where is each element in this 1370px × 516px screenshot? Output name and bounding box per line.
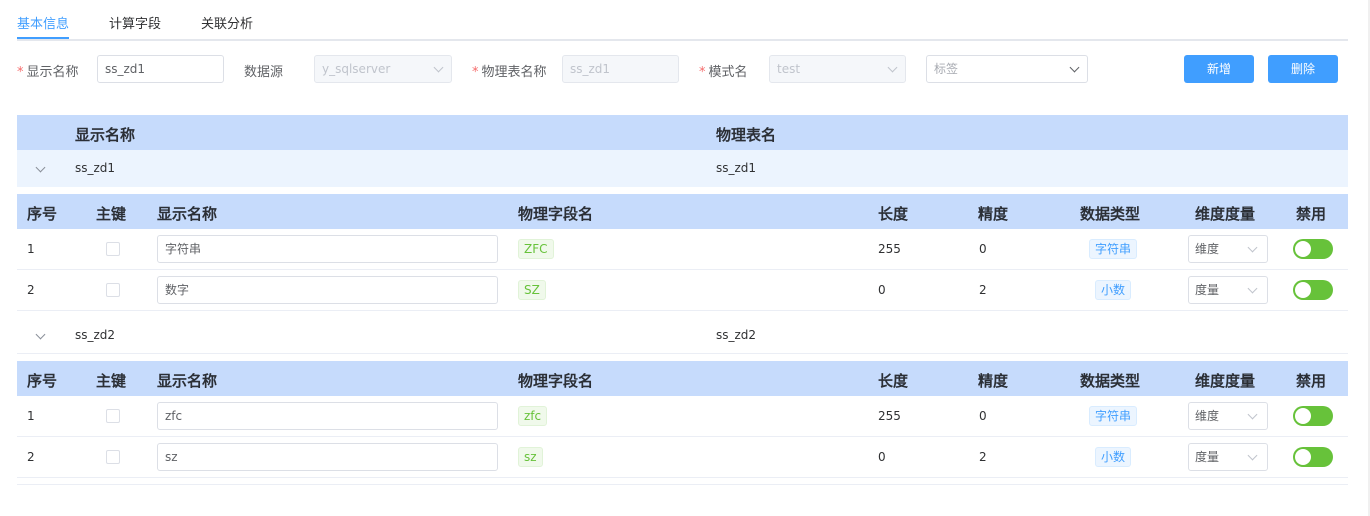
datasource-select: y_sqlserver xyxy=(314,55,452,83)
table-group-row[interactable]: ss_zd2 ss_zd2 xyxy=(17,317,1348,354)
physical-table-label: * 物理表名称 xyxy=(472,65,547,80)
table-row: 1 字符串 ZFC 255 0 字符串 维度 xyxy=(17,229,1348,270)
primary-key-checkbox[interactable] xyxy=(106,283,120,297)
group-physical-name: ss_zd2 xyxy=(716,328,757,342)
group-display-name: ss_zd1 xyxy=(75,161,116,175)
field-length: 0 xyxy=(878,283,886,297)
dim-measure-select[interactable]: 维度 xyxy=(1188,402,1268,430)
column-header-primary-key: 主键 xyxy=(96,205,127,223)
physical-field-tag: ZFC xyxy=(518,239,554,259)
tab-association-analysis[interactable]: 关联分析 xyxy=(201,13,253,32)
column-header-disabled: 禁用 xyxy=(1296,372,1327,390)
table-row: 2 数字 SZ 0 2 小数 度量 xyxy=(17,270,1348,311)
group-display-name: ss_zd2 xyxy=(75,328,116,342)
table-row: 1 zfc zfc 255 0 字符串 维度 xyxy=(17,396,1348,437)
datasource-label: 数据源 xyxy=(244,65,284,80)
master-table-header: 显示名称 物理表名 xyxy=(17,115,1348,150)
column-header-display-name: 显示名称 xyxy=(75,126,136,144)
chevron-down-icon xyxy=(433,62,444,73)
primary-key-checkbox[interactable] xyxy=(106,409,120,423)
physical-field-tag: SZ xyxy=(518,280,546,300)
detail-table-header: 序号 主键 显示名称 物理字段名 长度 精度 数据类型 维度度量 禁用 xyxy=(17,361,1348,396)
chevron-down-icon xyxy=(1247,242,1258,253)
dim-measure-select[interactable]: 度量 xyxy=(1188,443,1268,471)
column-header-data-type: 数据类型 xyxy=(1080,205,1141,223)
disable-switch[interactable] xyxy=(1293,406,1333,426)
table-group-row[interactable]: ss_zd1 ss_zd1 xyxy=(17,150,1348,187)
row-index: 2 xyxy=(27,450,35,464)
column-header-display-name: 显示名称 xyxy=(157,205,218,223)
field-precision: 0 xyxy=(979,409,987,423)
row-index: 1 xyxy=(27,409,35,423)
tab-basic-info[interactable]: 基本信息 xyxy=(17,13,69,32)
column-header-precision: 精度 xyxy=(978,372,1009,390)
data-type-tag: 字符串 xyxy=(1089,239,1138,259)
tag-select[interactable]: 标签 xyxy=(926,55,1088,83)
column-header-index: 序号 xyxy=(27,372,58,390)
row-index: 2 xyxy=(27,283,35,297)
chevron-down-icon xyxy=(1069,62,1080,73)
column-header-primary-key: 主键 xyxy=(96,372,127,390)
tab-bar: 基本信息 计算字段 关联分析 xyxy=(17,0,1348,41)
field-display-name-input[interactable]: zfc xyxy=(157,402,498,430)
data-type-tag: 小数 xyxy=(1095,280,1132,300)
data-type-tag: 字符串 xyxy=(1089,406,1138,426)
field-length: 255 xyxy=(878,242,901,256)
add-button[interactable]: 新增 xyxy=(1184,55,1254,83)
schema-label: * 模式名 xyxy=(699,65,748,80)
display-name-label: * 显示名称 xyxy=(17,65,79,80)
field-length: 0 xyxy=(878,450,886,464)
column-header-disabled: 禁用 xyxy=(1296,205,1327,223)
table-row: 2 sz sz 0 2 小数 度量 xyxy=(17,437,1348,478)
column-header-precision: 精度 xyxy=(978,205,1009,223)
field-precision: 2 xyxy=(979,283,987,297)
field-precision: 0 xyxy=(979,242,987,256)
column-header-dim-measure: 维度度量 xyxy=(1195,372,1256,390)
primary-key-checkbox[interactable] xyxy=(106,450,120,464)
field-display-name-input[interactable]: sz xyxy=(157,443,498,471)
disable-switch[interactable] xyxy=(1293,280,1333,300)
delete-button[interactable]: 删除 xyxy=(1268,55,1338,83)
disable-switch[interactable] xyxy=(1293,447,1333,467)
disable-switch[interactable] xyxy=(1293,239,1333,259)
physical-field-tag: sz xyxy=(518,447,543,467)
column-header-length: 长度 xyxy=(878,205,909,223)
column-header-physical-field: 物理字段名 xyxy=(518,205,594,223)
column-header-physical-table: 物理表名 xyxy=(716,126,777,144)
column-header-data-type: 数据类型 xyxy=(1080,372,1141,390)
chevron-down-icon xyxy=(1247,283,1258,294)
field-display-name-input[interactable]: 数字 xyxy=(157,276,498,304)
chevron-down-icon[interactable] xyxy=(35,329,46,340)
chevron-down-icon[interactable] xyxy=(35,162,46,173)
field-length: 255 xyxy=(878,409,901,423)
column-header-length: 长度 xyxy=(878,372,909,390)
field-display-name-input[interactable]: 字符串 xyxy=(157,235,498,263)
row-index: 1 xyxy=(27,242,35,256)
chevron-down-icon xyxy=(887,62,898,73)
column-header-index: 序号 xyxy=(27,205,58,223)
chevron-down-icon xyxy=(1247,409,1258,420)
dim-measure-select[interactable]: 维度 xyxy=(1188,235,1268,263)
tab-computed-fields[interactable]: 计算字段 xyxy=(109,13,161,32)
display-name-input[interactable]: ss_zd1 xyxy=(97,55,224,83)
active-tab-indicator xyxy=(17,37,69,39)
data-type-tag: 小数 xyxy=(1095,447,1132,467)
column-header-dim-measure: 维度度量 xyxy=(1195,205,1256,223)
primary-key-checkbox[interactable] xyxy=(106,242,120,256)
column-header-display-name: 显示名称 xyxy=(157,372,218,390)
physical-field-tag: zfc xyxy=(518,406,548,426)
schema-select: test xyxy=(769,55,906,83)
column-header-physical-field: 物理字段名 xyxy=(518,372,594,390)
table-bottom-divider xyxy=(17,484,1348,485)
dim-measure-select[interactable]: 度量 xyxy=(1188,276,1268,304)
detail-table-header: 序号 主键 显示名称 物理字段名 长度 精度 数据类型 维度度量 禁用 xyxy=(17,194,1348,229)
chevron-down-icon xyxy=(1247,450,1258,461)
field-precision: 2 xyxy=(979,450,987,464)
physical-table-input: ss_zd1 xyxy=(562,55,679,83)
group-physical-name: ss_zd1 xyxy=(716,161,757,175)
